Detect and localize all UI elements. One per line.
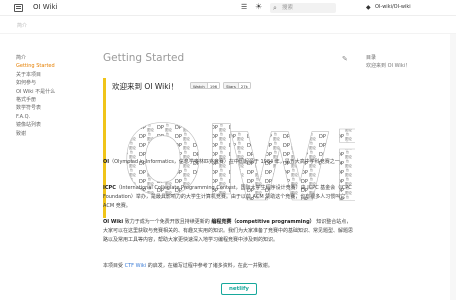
ctf-wiki-link[interactable]: CTF Wiki (125, 263, 147, 269)
repo-link[interactable]: OI-wiki/OI-wiki (375, 4, 411, 10)
tab-home[interactable]: 简介 (17, 22, 27, 29)
page-scrollbar[interactable] (450, 34, 456, 300)
welcome-heading: 欢迎来到 OI Wiki！ (112, 82, 179, 91)
menu-icon[interactable]: ☰ (241, 4, 248, 11)
paragraph-oi-text: （Olympiad in Informatics，信息学奥林匹克竞赛）在中国起源… (109, 159, 345, 165)
paragraph-oiwiki: OI Wiki 致力于成为一个免费开放且持续更新的 编程竞赛（competiti… (103, 218, 353, 244)
netlify-logo: netlify (221, 283, 257, 295)
watch-badge-count: 196 (207, 83, 220, 89)
paragraph-thanks-text-a: 本项目受 (103, 263, 125, 269)
paragraph-icpc-text: （International Collegiate Programming Co… (103, 185, 352, 209)
sidebar-item-faq[interactable]: F.A.Q. (16, 113, 91, 121)
watch-badge-label: Watch (191, 83, 208, 88)
site-logo-icon[interactable] (14, 4, 23, 12)
sidebar-item-contribute[interactable]: 如何参与 (16, 79, 91, 87)
netlify-badge[interactable]: netlify (221, 283, 257, 295)
sidebar-item-intro[interactable]: 简介 (16, 54, 91, 62)
top-header: OI Wiki ☰ ☀ ⌕ ◆ OI-wiki/OI-wiki (0, 0, 456, 16)
term-oiwiki: OI Wiki (103, 219, 124, 225)
stars-badge[interactable]: Stars 27k (223, 82, 251, 89)
edit-page-icon[interactable]: ✎ (342, 55, 348, 63)
search-input[interactable] (282, 4, 332, 12)
watch-badge[interactable]: Watch 196 (190, 82, 221, 89)
paragraph-thanks: 本项目受 CTF Wiki 的启发，在编写过程中参考了诸多资料，在此一并致谢。 (103, 262, 353, 271)
paragraph-thanks-text-b: 的启发，在编写过程中参考了诸多资料，在此一并致谢。 (146, 263, 273, 269)
sidebar-item-thanks[interactable]: 致谢 (16, 130, 91, 138)
git-repo-icon[interactable]: ◆ (366, 4, 371, 11)
main-header: Getting Started (103, 52, 355, 64)
tabs-bar: 简介 (0, 16, 456, 34)
search-icon: ⌕ (273, 4, 277, 12)
toc-title: 目录 (366, 55, 377, 61)
site-title[interactable]: OI Wiki (33, 3, 58, 11)
term-competitive-programming: 编程竞赛（competitive programming） (211, 219, 315, 225)
sidebar-nav: 简介 Getting Started 关于本项目 如何参与 OI Wiki 不是… (16, 54, 91, 138)
paragraph-oiwiki-text-a: 致力于成为一个免费开放且持续更新的 (123, 219, 212, 225)
sidebar-item-what-not[interactable]: OI Wiki 不是什么 (16, 88, 91, 96)
search-box[interactable]: ⌕ (270, 3, 336, 13)
stars-badge-count: 27k (238, 83, 250, 89)
sidebar-item-math-symbols[interactable]: 数学符号表 (16, 104, 91, 112)
paragraph-oi: OI（Olympiad in Informatics，信息学奥林匹克竞赛）在中国… (103, 158, 353, 167)
github-badges: Watch 196 Stars 27k (190, 82, 251, 89)
toc-item-welcome[interactable]: 欢迎来到 OI Wiki！ (366, 62, 448, 70)
table-of-contents: 目录 欢迎来到 OI Wiki！ (366, 54, 448, 70)
stars-badge-label: Stars (224, 83, 239, 88)
page-title: Getting Started (103, 52, 185, 64)
sidebar-item-mirrors[interactable]: 镜像站列表 (16, 121, 91, 129)
sidebar-item-format[interactable]: 格式手册 (16, 96, 91, 104)
theme-toggle-icon[interactable]: ☀ (255, 3, 263, 11)
term-icpc: ICPC (103, 185, 116, 191)
sidebar-item-about[interactable]: 关于本项目 (16, 71, 91, 79)
sidebar-item-getting-started[interactable]: Getting Started (16, 62, 91, 70)
paragraph-icpc: ICPC（International Collegiate Programmin… (103, 184, 353, 210)
